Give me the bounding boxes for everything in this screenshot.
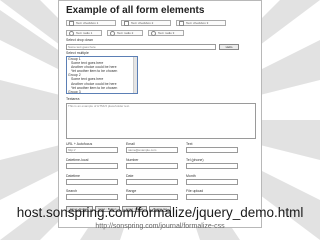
radio-row: Text: radio 1 Text: radio 2 Text: radio …	[66, 29, 189, 37]
url-input[interactable]: http://	[66, 147, 118, 153]
listbox-scrollbar[interactable]	[133, 57, 137, 93]
radio-button[interactable]	[69, 30, 74, 36]
checkbox[interactable]	[179, 20, 184, 26]
checkbox[interactable]	[69, 20, 74, 26]
datetime-label: Datetime	[66, 174, 81, 178]
range-input[interactable]	[126, 194, 178, 200]
datetime-local-label: Datetime-local	[66, 158, 89, 162]
month-input[interactable]	[186, 179, 238, 185]
select-dropdown[interactable]: Some text goes here	[66, 44, 216, 50]
form-screenshot-panel: Example of all form elements Text: check…	[58, 0, 262, 228]
checkbox-row: Text: checkbox 1 Text: checkbox 2 Text: …	[66, 19, 231, 27]
demo-url[interactable]: host.sonspring.com/formalize/jquery_demo…	[0, 205, 320, 220]
radio-button[interactable]	[151, 30, 156, 36]
radio-button[interactable]	[110, 30, 115, 36]
page-title: Example of all form elements	[66, 5, 205, 16]
radio-option[interactable]: Text: radio 2	[107, 30, 143, 36]
range-label: Range	[126, 189, 137, 193]
hello-button[interactable]: Hello	[219, 44, 239, 50]
number-label: Number	[126, 158, 139, 162]
checkbox[interactable]	[124, 20, 129, 26]
radio-option[interactable]: Text: radio 1	[66, 30, 102, 36]
datetime-input[interactable]	[66, 179, 118, 185]
checkbox-option[interactable]: Text: checkbox 3	[176, 20, 226, 26]
checkbox-option[interactable]: Text: checkbox 2	[121, 20, 171, 26]
text-input[interactable]	[186, 147, 238, 153]
textarea-field[interactable]: This is an example of HTML5 placeholder …	[66, 103, 256, 139]
date-input[interactable]	[126, 179, 178, 185]
email-label: Email	[126, 142, 135, 146]
checkbox-option[interactable]: Text: checkbox 1	[66, 20, 116, 26]
textarea-label: Textarea	[66, 97, 80, 101]
date-label: Date	[126, 174, 134, 178]
file-upload-input[interactable]	[186, 194, 238, 200]
select-label: Select drop down	[66, 38, 94, 42]
search-label: Search	[66, 189, 78, 193]
tel-label: Tel (phone)	[186, 158, 204, 162]
select-multiple-listbox[interactable]: Group 1 Some text goes here Another choice…	[66, 56, 138, 94]
text-label: Text	[186, 142, 193, 146]
search-input[interactable]	[66, 194, 118, 200]
select-multiple-label: Select multiple	[66, 51, 89, 55]
month-label: Month	[186, 174, 196, 178]
radio-option[interactable]: Text: radio 3	[148, 30, 184, 36]
email-input[interactable]: name@example.com	[126, 147, 178, 153]
datetime-local-input[interactable]	[66, 163, 118, 169]
number-input[interactable]	[126, 163, 178, 169]
url-label: URL + Autofocus	[66, 142, 93, 146]
tel-input[interactable]	[186, 163, 238, 169]
article-url[interactable]: http://sonspring.com/journal/formalize-c…	[0, 223, 320, 230]
file-upload-label: File upload	[186, 189, 204, 193]
